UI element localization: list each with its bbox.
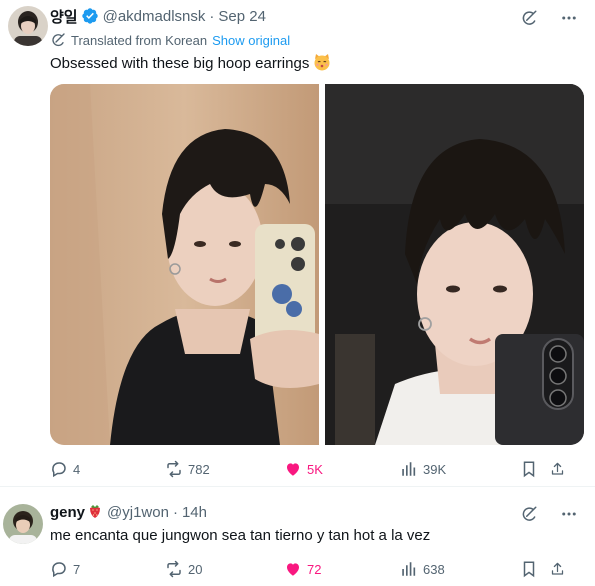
reply-count: 4	[73, 461, 81, 477]
grok-icon[interactable]	[519, 8, 539, 28]
avatar[interactable]	[8, 6, 48, 46]
like-button[interactable]: 72	[284, 560, 400, 578]
translation-notice: Translated from Korean Show original	[50, 32, 290, 48]
more-icon[interactable]	[559, 504, 579, 524]
reply-count: 7	[73, 561, 81, 577]
reply-icon	[52, 462, 66, 478]
translate-icon	[50, 32, 66, 48]
views-icon	[402, 462, 416, 476]
view-count: 39K	[423, 461, 447, 477]
repost-button[interactable]: 782	[165, 460, 284, 478]
translated-label: Translated from Korean	[71, 32, 208, 48]
grok-icon[interactable]	[519, 504, 539, 524]
strawberry-emoji	[87, 503, 103, 522]
tweet-actions: 7 20 72 638	[50, 559, 570, 579]
repost-icon	[167, 460, 181, 478]
timestamp[interactable]: Sep 24	[218, 8, 266, 25]
bookmark-button[interactable]	[520, 460, 550, 478]
reply-tweet[interactable]: geny @yj1won · 14h me encanta que jungwo…	[0, 488, 595, 586]
share-icon	[551, 462, 564, 475]
like-count: 72	[307, 561, 322, 577]
photo-2[interactable]	[325, 84, 584, 445]
timestamp[interactable]: 14h	[182, 504, 207, 521]
media-grid	[50, 84, 584, 445]
kissing-cat-emoji	[312, 52, 332, 72]
separator: ·	[172, 503, 178, 521]
tweet-text: me encanta que jungwon sea tan tierno y …	[50, 527, 431, 544]
tweet-top-actions	[519, 504, 579, 524]
like-icon	[287, 463, 299, 476]
tweet-text-body: Obsessed with these big hoop earrings	[50, 55, 310, 72]
bookmark-button[interactable]	[520, 560, 550, 578]
views-button[interactable]: 638	[400, 560, 520, 578]
tweet-header: geny @yj1won · 14h	[50, 502, 207, 522]
like-icon	[287, 563, 299, 576]
separator: ·	[209, 7, 215, 25]
view-count: 638	[423, 561, 445, 577]
tweet-top-actions	[519, 8, 579, 28]
handle[interactable]: @yj1won	[107, 504, 169, 521]
views-icon	[402, 562, 416, 576]
avatar[interactable]	[3, 504, 43, 544]
views-button[interactable]: 39K	[400, 460, 520, 478]
share-icon	[551, 562, 564, 575]
more-icon[interactable]	[559, 8, 579, 28]
verified-badge-icon	[81, 7, 99, 25]
tweet-text: Obsessed with these big hoop earrings	[50, 52, 332, 74]
tweet[interactable]: 양일 @akdmadlsnsk · Sep 24 Translated from…	[0, 0, 595, 487]
tweet-header: 양일 @akdmadlsnsk · Sep 24	[50, 6, 266, 26]
share-button[interactable]	[550, 460, 570, 478]
repost-icon	[167, 560, 181, 578]
show-original-link[interactable]: Show original	[212, 33, 290, 48]
display-name[interactable]: 양일	[50, 6, 78, 27]
photo-1[interactable]	[50, 84, 319, 445]
reply-button[interactable]: 4	[50, 460, 165, 478]
reply-button[interactable]: 7	[50, 560, 165, 578]
repost-count: 782	[188, 461, 210, 477]
repost-button[interactable]: 20	[165, 560, 284, 578]
bookmark-icon	[523, 561, 535, 578]
display-name[interactable]: geny	[50, 504, 85, 521]
repost-count: 20	[188, 561, 203, 577]
like-button[interactable]: 5K	[284, 460, 400, 478]
tweet-actions: 4 782 5K 39K	[50, 459, 570, 479]
like-count: 5K	[307, 461, 323, 477]
reply-icon	[52, 562, 66, 578]
bookmark-icon	[523, 461, 535, 478]
handle[interactable]: @akdmadlsnsk	[103, 8, 206, 25]
share-button[interactable]	[550, 560, 570, 578]
